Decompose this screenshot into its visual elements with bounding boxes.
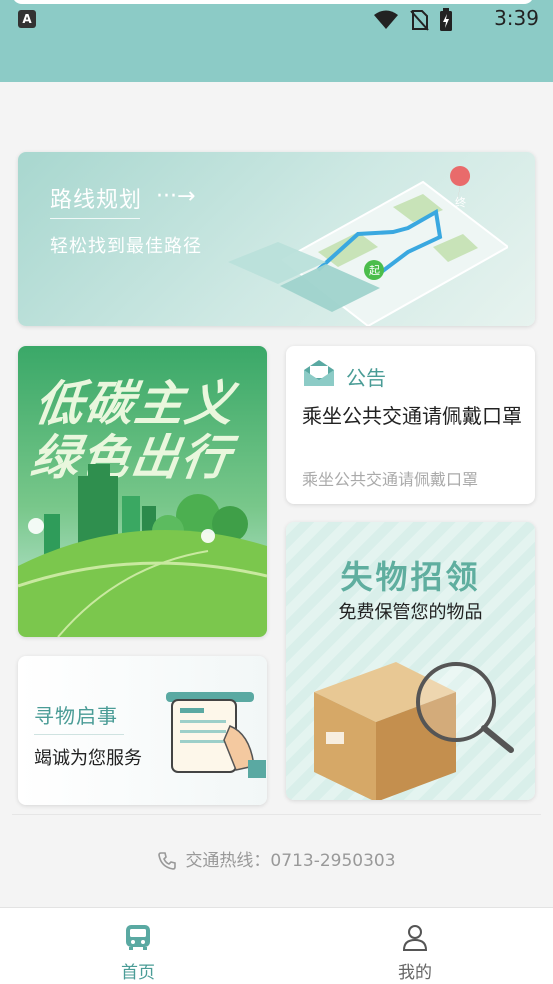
- lost-item-notice-card[interactable]: 寻物启事 竭诚为您服务: [18, 656, 267, 805]
- user-icon: [402, 925, 428, 951]
- notice-title: 乘坐公共交通请佩戴口罩: [302, 404, 522, 428]
- route-planning-banner[interactable]: 终 起 路线规划 ···→ 轻松找到最佳路径: [18, 152, 535, 326]
- tab-home-label: 首页: [121, 963, 155, 983]
- tab-me-label: 我的: [398, 963, 432, 983]
- low-carbon-card[interactable]: 低碳主义 绿色出行: [18, 346, 267, 637]
- tab-home[interactable]: 首页: [78, 922, 198, 983]
- city-leaf-illustration: [18, 464, 267, 637]
- route-subtitle: 轻松找到最佳路径: [50, 236, 202, 257]
- route-title: 路线规划: [50, 188, 143, 213]
- bottom-tab-bar: 首页 我的: [0, 907, 553, 984]
- hotline[interactable]: 交通热线：0713-2950303: [0, 846, 553, 871]
- hotline-text: 交通热线：0713-2950303: [185, 851, 396, 871]
- find-subtitle: 竭诚为您服务: [34, 748, 142, 769]
- wifi-icon: [374, 10, 398, 29]
- bus-icon: [126, 925, 150, 950]
- notice-label: 公告: [346, 366, 386, 390]
- box-magnifier-illustration: [314, 662, 514, 800]
- tab-me[interactable]: 我的: [355, 922, 475, 983]
- map-illustration: 终 起: [228, 166, 508, 326]
- status-icons: [373, 8, 453, 32]
- notice-paper-illustration: [166, 692, 266, 778]
- status-bar: A 3:39: [0, 0, 553, 38]
- no-sim-icon: [410, 10, 429, 31]
- notice-card[interactable]: 公告 乘坐公共交通请佩戴口罩 乘坐公共交通请佩戴口罩: [286, 346, 535, 504]
- arrow-right-icon: ···→: [156, 184, 196, 209]
- status-time: 3:39: [494, 6, 539, 30]
- lost-title: 失物招领: [340, 558, 481, 596]
- map-start-label: 起: [369, 264, 380, 277]
- map-end-label: 终: [455, 195, 466, 209]
- phone-icon: [158, 852, 177, 870]
- battery-icon: [440, 8, 452, 31]
- magnifier-icon: [286, 522, 287, 523]
- lost-subtitle: 免费保管您的物品: [338, 602, 483, 623]
- envelope-icon: [304, 360, 334, 386]
- route-title-underline: [50, 218, 140, 219]
- notice-subtitle: 乘坐公共交通请佩戴口罩: [302, 470, 479, 489]
- keyboard-icon: A: [18, 10, 36, 28]
- footer-divider: [12, 814, 541, 815]
- lost-and-found-card[interactable]: 失物招领 免费保管您的物品: [286, 522, 535, 800]
- find-title-underline: [34, 734, 124, 735]
- find-title: 寻物启事: [34, 704, 118, 728]
